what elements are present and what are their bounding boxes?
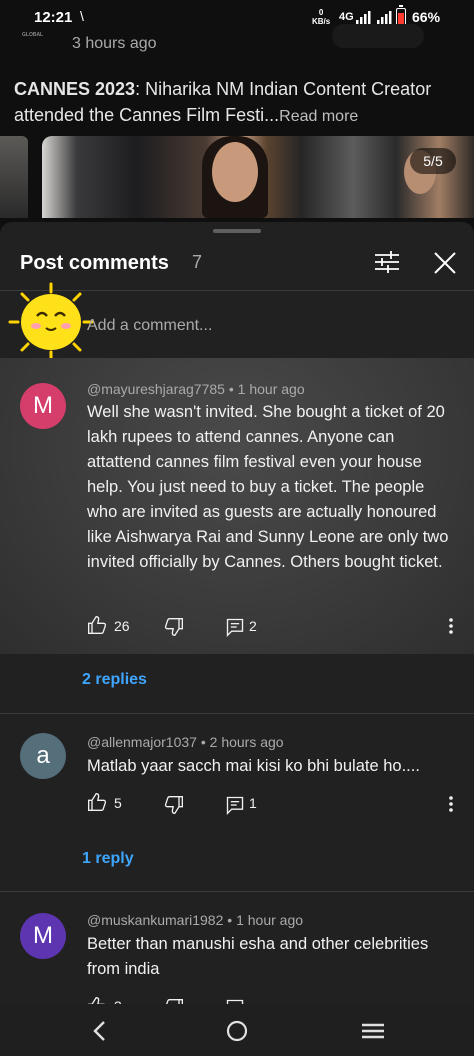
more-vert-icon[interactable] [448,617,454,635]
comment-text: Well she wasn't invited. She bought a ti… [87,403,449,571]
battery-percent: 66% [412,9,441,25]
reply-count: 2 [249,618,257,634]
meta-separator: • [228,381,234,397]
system-nav-bar [0,1004,474,1056]
comment-author[interactable]: @muskankumari1982 • 1 hour ago [87,912,303,928]
like-count: 5 [114,795,122,811]
comment-time: 1 hour ago [237,381,305,397]
add-comment-input[interactable]: Add a comment... [87,317,212,335]
view-replies-button[interactable]: 1 reply [82,850,134,868]
home-icon[interactable] [226,1020,248,1042]
network-speed: 0 KB/s [312,8,330,26]
avatar[interactable]: M [20,913,66,959]
comment-text: Better than manushi esha and other celeb… [87,935,429,978]
comment-divider [0,713,474,714]
comment-author[interactable]: @allenmajor1037 • 2 hours ago [87,734,284,750]
comment-handle[interactable]: @mayureshjarag7785 [87,381,225,397]
comments-count: 7 [192,252,203,272]
reply-count: 1 [249,795,257,811]
comment-handle[interactable]: @muskankumari1982 [87,912,223,928]
comment-author[interactable]: @mayureshjarag7785 • 1 hour ago [87,381,305,397]
post-image-previous[interactable] [0,136,28,218]
network-speed-value: 0 [318,8,324,17]
comment-text: Matlab yaar sacch mai kisi ko bhi bulate… [87,757,420,775]
dislike-icon[interactable] [164,617,184,637]
post-title-bold: CANNES 2023 [14,79,136,99]
recents-icon[interactable] [362,1022,384,1040]
meta-separator: • [200,734,206,750]
filter-icon[interactable] [374,250,400,274]
signal-icon [356,11,371,24]
image-counter: 5/5 [410,148,456,174]
comment-time: 1 hour ago [236,912,304,928]
user-avatar-sun-icon [8,282,94,362]
subscribe-pill[interactable] [332,24,424,48]
status-time: 12:21 [34,9,73,26]
comments-title: Post comments [20,252,169,274]
back-icon[interactable] [92,1020,106,1042]
dislike-icon[interactable] [164,795,184,815]
close-icon[interactable] [432,250,458,276]
post-text: CANNES 2023: Niharika NM Indian Content … [14,76,464,130]
more-vert-icon[interactable] [448,795,454,813]
drag-handle[interactable] [213,229,261,233]
channel-logo[interactable]: GLOBAL [22,32,50,46]
comment-divider [0,891,474,892]
post-time: 3 hours ago [72,35,157,52]
read-more-link[interactable]: Read more [279,108,358,125]
signal-icon-2 [377,11,392,24]
like-icon[interactable] [87,615,107,635]
avatar[interactable]: M [20,383,66,429]
reply-icon[interactable] [225,795,245,815]
network-type: 4G [339,11,354,23]
like-count: 26 [114,618,130,634]
reply-icon[interactable] [225,617,245,637]
network-speed-unit: KB/s [312,17,331,26]
comment-handle[interactable]: @allenmajor1037 [87,734,197,750]
like-icon[interactable] [87,792,107,812]
meta-separator: • [227,912,233,928]
status-notification-icon: \ [80,8,84,24]
post-image[interactable] [42,136,474,218]
avatar[interactable]: a [20,733,66,779]
view-replies-button[interactable]: 2 replies [82,671,147,689]
comment-time: 2 hours ago [209,734,284,750]
